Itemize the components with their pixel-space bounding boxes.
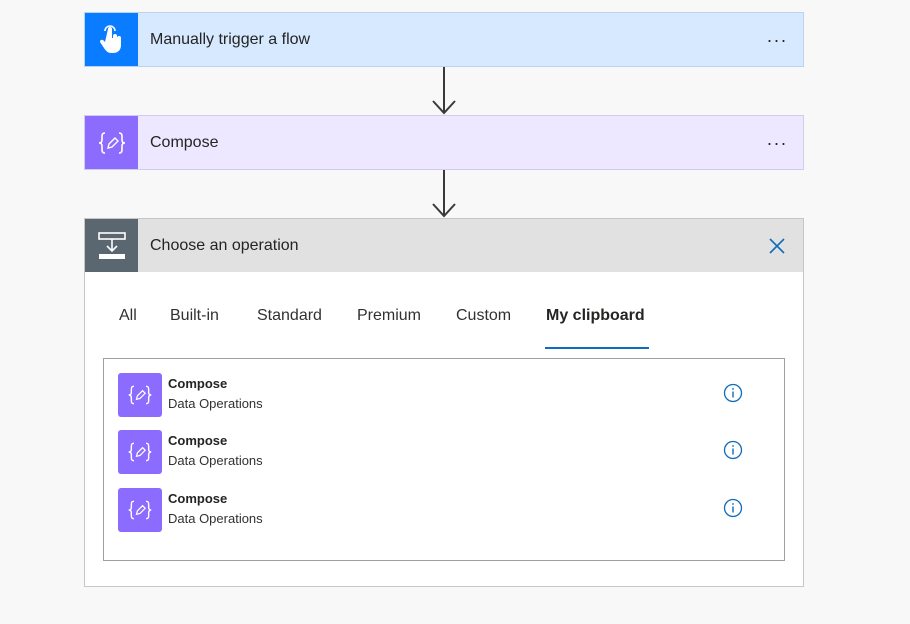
trigger-more-button[interactable]: ··· (751, 13, 803, 66)
info-icon[interactable] (723, 383, 743, 403)
flow-arrow-icon (432, 170, 456, 218)
list-item[interactable]: Compose Data Operations (118, 430, 768, 474)
operation-tabs: All Built-in Standard Premium Custom My … (85, 307, 803, 349)
item-subtitle: Data Operations (168, 453, 263, 468)
tab-standard[interactable]: Standard (257, 307, 322, 325)
more-icon: ··· (766, 29, 788, 50)
curly-braces-icon (118, 488, 162, 532)
close-icon (769, 237, 785, 254)
info-icon[interactable] (723, 440, 743, 460)
curly-braces-icon (85, 116, 138, 169)
operation-card: Choose an operation All Built-in Standar… (84, 218, 804, 587)
operation-card-title: Choose an operation (150, 236, 299, 254)
item-title: Compose (168, 376, 228, 391)
tab-built-in[interactable]: Built-in (170, 307, 219, 325)
tab-my-clipboard[interactable]: My clipboard (546, 307, 645, 325)
trigger-card-title: Manually trigger a flow (150, 30, 311, 48)
flow-arrow-icon (432, 67, 456, 115)
info-icon[interactable] (723, 498, 743, 518)
list-item[interactable]: Compose Data Operations (118, 488, 768, 532)
more-icon: ··· (766, 132, 788, 153)
list-item[interactable]: Compose Data Operations (118, 373, 768, 417)
item-subtitle: Data Operations (168, 511, 263, 526)
clipboard-list: Compose Data Operations Compose Data Ope… (103, 358, 785, 561)
item-title: Compose (168, 433, 228, 448)
close-button[interactable] (751, 219, 803, 272)
curly-braces-icon (118, 373, 162, 417)
active-tab-indicator (545, 347, 649, 349)
item-title: Compose (168, 491, 228, 506)
hand-pointer-icon (85, 13, 138, 66)
tab-all[interactable]: All (119, 307, 137, 325)
compose-card-title: Compose (150, 133, 219, 151)
item-subtitle: Data Operations (168, 396, 263, 411)
tab-custom[interactable]: Custom (456, 307, 511, 325)
operation-insert-icon (85, 219, 138, 272)
compose-card[interactable]: Compose ··· (84, 115, 804, 170)
tab-premium[interactable]: Premium (357, 307, 421, 325)
compose-more-button[interactable]: ··· (751, 116, 803, 169)
curly-braces-icon (118, 430, 162, 474)
trigger-card[interactable]: Manually trigger a flow ··· (84, 12, 804, 67)
